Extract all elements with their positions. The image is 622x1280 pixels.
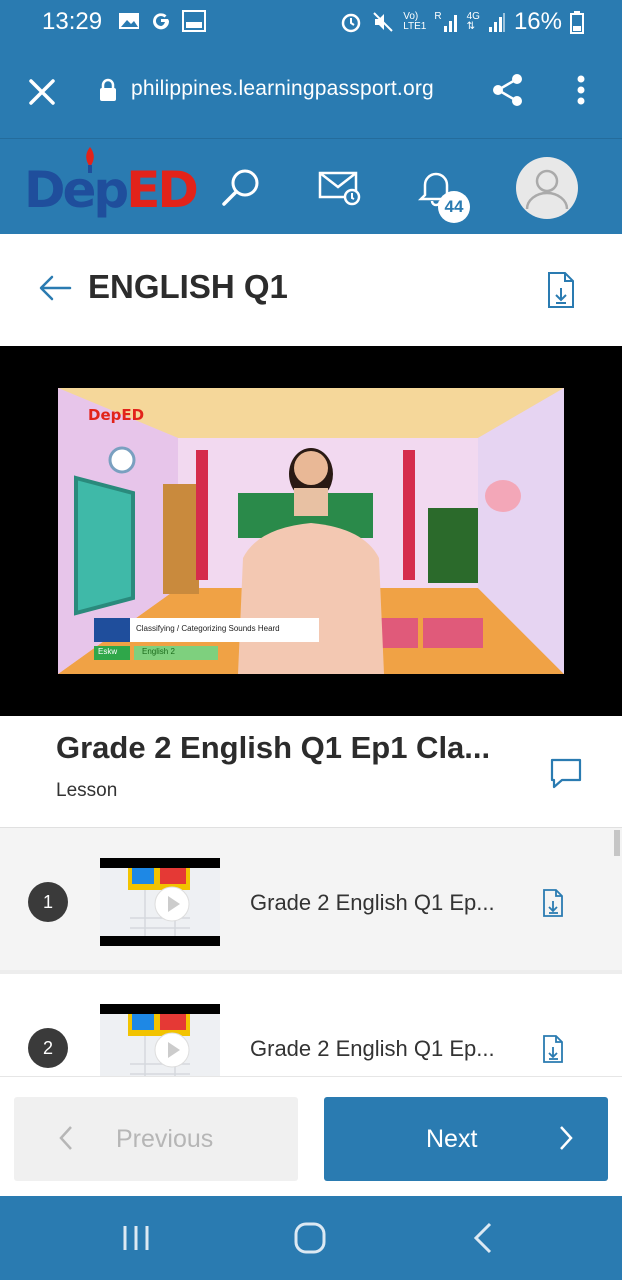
- previous-label: Previous: [116, 1125, 214, 1153]
- item-number-badge: 2: [28, 1028, 68, 1068]
- avatar[interactable]: [516, 157, 578, 219]
- item-title[interactable]: Grade 2 English Q1 Ep...: [250, 890, 495, 916]
- list-item[interactable]: 2 Grade 2 English Q1 Ep...: [0, 974, 622, 1076]
- course-title-bar: ENGLISH Q1: [0, 234, 622, 346]
- lesson-info: Grade 2 English Q1 Ep1 Cla... Lesson: [0, 716, 622, 828]
- chevron-left-icon: [59, 1126, 72, 1150]
- next-label: Next: [426, 1125, 478, 1153]
- notification-count-badge[interactable]: 44: [438, 191, 470, 223]
- logo-ed-text: ED: [126, 161, 199, 219]
- download-file-icon[interactable]: [540, 888, 570, 918]
- system-navigation-bar: [0, 1196, 622, 1280]
- item-thumbnail[interactable]: [100, 1004, 220, 1076]
- lte-label: LTE1: [403, 21, 427, 32]
- play-icon[interactable]: [154, 1032, 190, 1068]
- home-icon[interactable]: [290, 1220, 330, 1256]
- video-frame: DepED Classifying / Categorizing Sounds …: [58, 388, 564, 674]
- lesson-title: Grade 2 English Q1 Ep1 Cla...: [56, 730, 491, 765]
- item-title[interactable]: Grade 2 English Q1 Ep...: [250, 1036, 495, 1062]
- signal-icon-2: [488, 13, 505, 32]
- deped-logo[interactable]: DepED: [24, 147, 199, 231]
- play-icon[interactable]: [154, 886, 190, 922]
- lesson-navigation: Previous Next: [0, 1076, 622, 1196]
- lock-icon: [100, 78, 116, 101]
- signal-icon: [443, 15, 457, 32]
- scrollbar[interactable]: [614, 830, 620, 856]
- video-player[interactable]: DepED Classifying / Categorizing Sounds …: [0, 346, 622, 716]
- roaming-label: R: [434, 11, 442, 22]
- video-tag-a: Eskw: [98, 647, 118, 656]
- google-icon: [153, 13, 170, 30]
- battery-icon: [570, 11, 584, 34]
- list-item[interactable]: 1 Grade 2 English Q1 Ep...: [0, 828, 622, 970]
- previous-button[interactable]: Previous: [14, 1097, 298, 1181]
- battery-percent: 16%: [513, 8, 562, 35]
- page-title: ENGLISH Q1: [88, 268, 288, 305]
- status-time: 13:29: [42, 8, 103, 35]
- recent-apps-icon[interactable]: [116, 1220, 156, 1256]
- video-tag-b: English 2: [142, 647, 175, 656]
- app-screen: 13:29 Vo) LTE1 R 4G ⇅ 16% philippines.le…: [0, 0, 622, 1280]
- item-number-badge: 1: [28, 882, 68, 922]
- user-icon: [525, 169, 569, 210]
- share-icon[interactable]: [488, 70, 528, 110]
- alarm-icon: [341, 13, 361, 33]
- lesson-list: 1 Grade 2 English Q1 Ep... 2 Grade 2 Eng…: [0, 828, 622, 1076]
- app-header: DepED 44: [0, 138, 622, 234]
- mute-icon: [373, 12, 393, 32]
- browser-bar: philippines.learningpassport.org: [0, 44, 622, 138]
- logo-dep-text: Dep: [24, 161, 129, 219]
- comment-icon[interactable]: [548, 756, 584, 790]
- back-icon[interactable]: [464, 1220, 504, 1256]
- data-arrows-icon: ⇅: [466, 21, 475, 32]
- gallery-icon: [119, 13, 139, 29]
- status-bar: 13:29 Vo) LTE1 R 4G ⇅ 16%: [0, 0, 622, 44]
- item-thumbnail[interactable]: [100, 858, 220, 946]
- search-icon[interactable]: [216, 161, 268, 213]
- download-file-icon[interactable]: [540, 1034, 570, 1064]
- video-logo-text: DepED: [88, 406, 145, 424]
- video-caption: Classifying / Categorizing Sounds Heard: [136, 624, 280, 633]
- close-icon[interactable]: [22, 72, 62, 112]
- classroom-scene: [58, 388, 564, 674]
- network-app-icon: [182, 10, 206, 32]
- lesson-type: Lesson: [56, 780, 118, 801]
- download-file-icon[interactable]: [544, 270, 578, 310]
- chevron-right-icon: [560, 1126, 573, 1150]
- back-arrow-icon[interactable]: [36, 272, 74, 304]
- messages-icon[interactable]: [314, 161, 366, 213]
- url-text[interactable]: philippines.learningpassport.org: [131, 77, 434, 101]
- more-options-icon[interactable]: [566, 70, 596, 110]
- next-button[interactable]: Next: [324, 1097, 608, 1181]
